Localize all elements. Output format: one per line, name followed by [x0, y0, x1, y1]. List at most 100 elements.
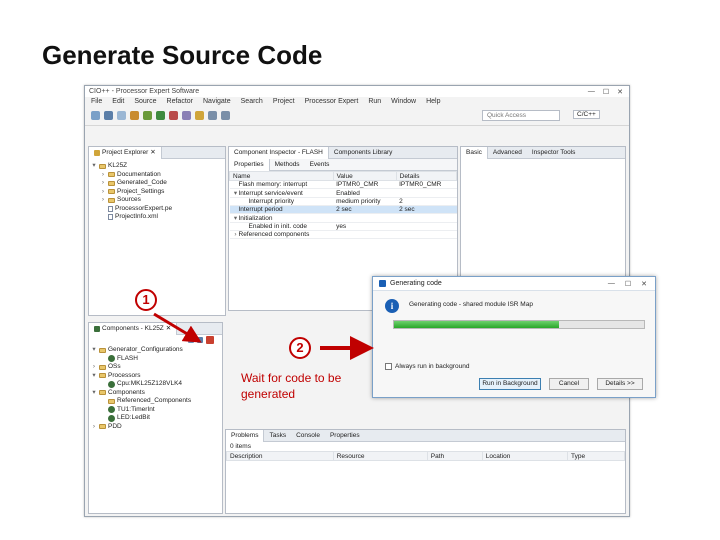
expand-toggle-icon[interactable]: ▾ [91, 389, 97, 398]
debug-icon[interactable] [143, 111, 152, 120]
new-icon[interactable] [91, 111, 100, 120]
refresh-icon[interactable] [197, 337, 203, 343]
tab-problems-view-3[interactable]: Properties [325, 430, 365, 442]
table-row[interactable]: Interrupt period 2 sec 2 sec [229, 205, 457, 214]
property-value[interactable]: IPTMR0_CMR [333, 180, 397, 189]
property-value[interactable] [333, 213, 397, 223]
property-value[interactable] [333, 230, 397, 239]
stop-icon[interactable] [169, 111, 178, 120]
save-icon[interactable] [104, 111, 113, 120]
tab-inspector-1[interactable]: Components Library [329, 147, 398, 159]
menu-search[interactable]: Search [241, 98, 263, 105]
open-icon[interactable] [195, 111, 204, 120]
column-header[interactable]: Path [426, 451, 483, 461]
menu-project[interactable]: Project [273, 98, 295, 105]
tree-item[interactable]: ▾ Components [91, 389, 220, 398]
tree-item[interactable]: TU1:TimerInt [91, 406, 220, 415]
column-header[interactable]: Value [332, 171, 397, 181]
table-row[interactable]: ▾Interrupt service/event Enabled [229, 188, 457, 198]
run-in-background-button[interactable]: Run in Background [479, 378, 541, 390]
tab-problems-view-2[interactable]: Console [291, 430, 325, 442]
tab-inspector-0[interactable]: Component Inspector - FLASH [229, 146, 329, 159]
expand-toggle-icon[interactable]: › [100, 196, 106, 205]
tree-item[interactable]: ProcessorExpert.pe [91, 205, 223, 214]
menu-refactor[interactable]: Refactor [167, 98, 193, 105]
tree-item[interactable]: › OSs [91, 363, 220, 372]
column-header[interactable]: Resource [332, 451, 428, 461]
table-row[interactable]: Enabled in init. code yes [229, 222, 457, 231]
tree-item[interactable]: LED:LedBit [91, 414, 220, 423]
back-icon[interactable] [208, 111, 217, 120]
tree-item[interactable]: ProjectInfo.xml [91, 213, 223, 222]
run-icon[interactable] [156, 111, 165, 120]
perspective-switcher[interactable]: C/C++ [573, 110, 600, 119]
column-header[interactable]: Details [395, 171, 458, 181]
minimize-icon[interactable]: — [608, 280, 615, 288]
menu-window[interactable]: Window [391, 98, 416, 105]
tree-item[interactable]: ▾ Generator_Configurations [91, 346, 220, 355]
expand-toggle-icon[interactable]: ▾ [91, 346, 97, 355]
tab-components[interactable]: Components - KL25Z ✕ [89, 322, 178, 335]
column-header[interactable]: Type [567, 451, 625, 461]
table-row[interactable]: Flash memory: interrupt IPTMR0_CMR IPTMR0_… [229, 180, 457, 189]
table-row[interactable]: › Referenced components [229, 230, 457, 239]
tab-inspector-section-1[interactable]: Methods [270, 159, 305, 171]
menu-edit[interactable]: Edit [112, 98, 124, 105]
expand-toggle-icon[interactable]: › [100, 188, 106, 197]
tree-item[interactable]: › Project_Settings [91, 188, 223, 197]
tree-item[interactable]: ▾ Processors [91, 372, 220, 381]
menu-processor-expert[interactable]: Processor Expert [305, 98, 359, 105]
tree-item[interactable]: Cpu:MKL25Z128VLK4 [91, 380, 220, 389]
build-icon[interactable] [130, 111, 139, 120]
tab-mode-0[interactable]: Basic [461, 146, 488, 159]
quick-access-input[interactable]: Quick Access [482, 110, 560, 121]
close-icon[interactable]: ✕ [617, 88, 623, 96]
details-button[interactable]: Details >> [597, 378, 643, 390]
tree-item[interactable]: › PDD [91, 423, 220, 432]
close-icon[interactable]: ✕ [150, 147, 155, 159]
column-header[interactable]: Description [226, 451, 334, 461]
maximize-icon[interactable]: ☐ [625, 280, 631, 288]
close-icon[interactable]: ✕ [641, 280, 647, 288]
menu-navigate[interactable]: Navigate [203, 98, 231, 105]
filter-icon[interactable] [188, 337, 194, 343]
expand-toggle-icon[interactable]: › [91, 423, 97, 432]
expand-toggle-icon[interactable]: ▾ [91, 162, 97, 171]
cancel-button[interactable]: Cancel [549, 378, 589, 390]
tab-problems-view-1[interactable]: Tasks [264, 430, 291, 442]
menu-file[interactable]: File [91, 98, 102, 105]
tree-item[interactable]: ▾ KL25Z [91, 162, 223, 171]
tab-problems-view-0[interactable]: Problems [226, 429, 265, 442]
tree-item[interactable]: FLASH [91, 355, 220, 364]
expand-toggle-icon[interactable]: › [91, 363, 97, 372]
tab-inspector-section-0[interactable]: Properties [229, 158, 270, 171]
property-value[interactable]: Enabled [333, 188, 397, 198]
property-value[interactable]: 2 sec [333, 205, 397, 214]
tree-item[interactable]: Referenced_Components [91, 397, 220, 406]
column-header[interactable]: Name [229, 171, 334, 181]
background-checkbox[interactable] [385, 363, 392, 370]
tab-project-explorer[interactable]: Project Explorer ✕ [89, 146, 162, 159]
minimize-icon[interactable]: — [588, 88, 595, 96]
menu-help[interactable]: Help [426, 98, 440, 105]
table-row[interactable]: ▾Initialization [229, 213, 457, 223]
tab-mode-1[interactable]: Advanced [488, 147, 527, 159]
menu-run[interactable]: Run [368, 98, 381, 105]
expand-toggle-icon[interactable]: › [100, 171, 106, 180]
tab-inspector-section-2[interactable]: Events [305, 159, 335, 171]
column-header[interactable]: Location [481, 451, 569, 461]
search-icon[interactable] [182, 111, 191, 120]
forward-icon[interactable] [221, 111, 230, 120]
expand-toggle-icon[interactable]: ▾ [91, 372, 97, 381]
property-value[interactable]: medium priority [333, 197, 397, 206]
tree-item[interactable]: › Sources [91, 196, 223, 205]
property-value[interactable]: yes [333, 222, 397, 231]
table-row[interactable]: Interrupt priority medium priority 2 [229, 197, 457, 206]
tree-item[interactable]: › Generated_Code [91, 179, 223, 188]
menu-source[interactable]: Source [134, 98, 156, 105]
maximize-icon[interactable]: ☐ [603, 88, 609, 96]
close-icon[interactable]: ✕ [166, 323, 171, 335]
save-all-icon[interactable] [117, 111, 126, 120]
tree-item[interactable]: › Documentation [91, 171, 223, 180]
generate-code-icon[interactable] [206, 336, 214, 344]
